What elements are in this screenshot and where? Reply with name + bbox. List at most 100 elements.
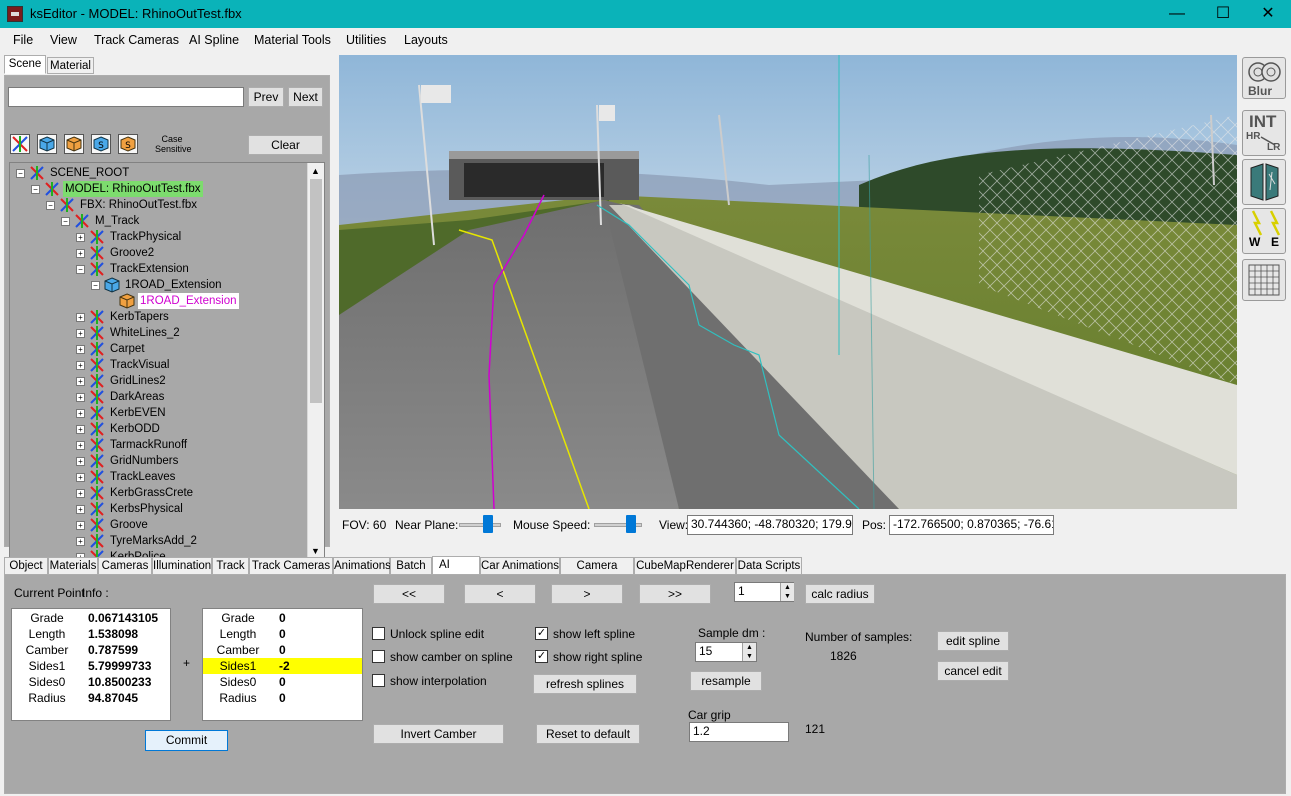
int-button[interactable]: INT HR LR (1242, 110, 1286, 156)
grid-button[interactable] (1242, 259, 1286, 301)
sample-dm-spinner[interactable]: ▲ ▼ (742, 643, 756, 661)
car-grip-input[interactable]: 1.2 (689, 722, 789, 742)
tab-materials[interactable]: Materials (48, 557, 98, 575)
grid-row[interactable]: Sides1 5.79999733 (12, 658, 170, 674)
tree-node[interactable]: − FBX: RhinoOutTest.fbx (10, 197, 306, 213)
menu-utilities[interactable]: Utilities (346, 33, 386, 47)
step-spinner[interactable]: ▲ ▼ (780, 583, 794, 601)
expand-icon[interactable]: + (76, 521, 85, 530)
edit-spline-button[interactable]: edit spline (937, 631, 1009, 651)
grid-value[interactable]: 0 (279, 642, 286, 658)
refresh-splines-button[interactable]: refresh splines (533, 674, 637, 694)
minimize-button[interactable]: — (1154, 0, 1200, 28)
tab-track-cameras[interactable]: Track Cameras (249, 557, 333, 575)
expand-icon[interactable]: + (76, 441, 85, 450)
resample-button[interactable]: resample (690, 671, 762, 691)
commit-button[interactable]: Commit (145, 730, 228, 751)
tab-cubemaprenderer[interactable]: CubeMapRenderer (634, 557, 736, 575)
expand-icon[interactable]: + (76, 425, 85, 434)
nav-first-button[interactable]: << (373, 584, 445, 604)
expand-icon[interactable]: + (76, 249, 85, 258)
menu-material-tools[interactable]: Material Tools (254, 33, 331, 47)
expand-icon[interactable]: + (76, 361, 85, 370)
expand-icon[interactable]: + (76, 345, 85, 354)
nav-last-button[interactable]: >> (639, 584, 711, 604)
grid-row[interactable]: Length 1.538098 (12, 626, 170, 642)
tab-ai[interactable]: AI (432, 556, 480, 576)
filter-material-icon[interactable] (64, 134, 84, 154)
grid-value[interactable]: 0 (279, 690, 286, 706)
filter-skinned-material-icon[interactable]: S (118, 134, 138, 154)
expand-icon[interactable]: + (76, 393, 85, 402)
scroll-down-icon[interactable]: ▼ (311, 546, 320, 556)
tree-node[interactable]: − MODEL: RhinoOutTest.fbx (10, 181, 306, 197)
tree-node[interactable]: + TyreMarksAdd_2 (10, 533, 306, 549)
expand-icon[interactable]: + (76, 233, 85, 242)
grid-value[interactable]: -2 (279, 658, 290, 674)
tab-data-scripts[interactable]: Data Scripts (736, 557, 802, 575)
grid-row[interactable]: Camber 0 (203, 642, 362, 658)
grid-row[interactable]: Grade 0 (203, 610, 362, 626)
tree-node[interactable]: − TrackExtension (10, 261, 306, 277)
unlock-spline-edit-checkbox[interactable] (372, 627, 385, 640)
tree-node[interactable]: − M_Track (10, 213, 306, 229)
blur-button[interactable]: Blur (1242, 57, 1286, 99)
expand-icon[interactable]: + (76, 409, 85, 418)
tree-node[interactable]: − SCENE_ROOT (10, 165, 306, 181)
tree-node[interactable]: + GridNumbers (10, 453, 306, 469)
close-button[interactable]: ✕ (1245, 0, 1291, 28)
tab-illumination[interactable]: Illumination (152, 557, 212, 575)
tree-node[interactable]: − 1ROAD_Extension (10, 277, 306, 293)
tab-animations[interactable]: Animations (333, 557, 391, 575)
near-plane-thumb[interactable] (483, 515, 493, 533)
tree-node[interactable]: + Carpet (10, 341, 306, 357)
grid-row[interactable]: Sides0 0 (203, 674, 362, 690)
collapse-icon[interactable]: − (76, 265, 85, 274)
3d-viewport[interactable] (339, 55, 1237, 509)
expand-icon[interactable]: + (76, 457, 85, 466)
expand-icon[interactable]: + (76, 377, 85, 386)
show-interpolation-checkbox[interactable] (372, 674, 385, 687)
grid-value[interactable]: 1.538098 (88, 626, 138, 642)
grid-value[interactable]: 5.79999733 (88, 658, 151, 674)
tab-scene[interactable]: Scene (4, 55, 46, 74)
filter-skinned-icon[interactable]: S (91, 134, 111, 154)
tree-node[interactable]: + TrackLeaves (10, 469, 306, 485)
grid-row[interactable]: Radius 0 (203, 690, 362, 706)
tree-node[interactable]: + KerbGrassCrete (10, 485, 306, 501)
grid-row[interactable]: Sides1 -2 (203, 658, 362, 674)
pos-field[interactable]: -172.766500; 0.870365; -76.6144 (889, 515, 1054, 535)
tab-camera-spline[interactable]: Camera Spline (560, 557, 634, 589)
grid-row[interactable]: Length 0 (203, 626, 362, 642)
collapse-icon[interactable]: − (46, 201, 55, 210)
grid-row[interactable]: Grade 0.067143105 (12, 610, 170, 626)
expand-icon[interactable]: + (76, 473, 85, 482)
maximize-button[interactable]: ☐ (1200, 0, 1246, 28)
show-right-spline-checkbox[interactable]: ✓ (535, 650, 548, 663)
tree-node[interactable]: + KerbTapers (10, 309, 306, 325)
grid-row[interactable]: Camber 0.787599 (12, 642, 170, 658)
tree-node[interactable]: + TrackPhysical (10, 229, 306, 245)
tree-node[interactable]: + Groove (10, 517, 306, 533)
tree-node[interactable]: + KerbEVEN (10, 405, 306, 421)
next-button[interactable]: Next (288, 87, 323, 107)
nav-next-button[interactable]: > (551, 584, 623, 604)
offset-grid[interactable]: Grade 0 Length 0 Camber 0 Sides1 -2 Sides0 0 Radiu… (202, 608, 363, 721)
expand-icon[interactable]: + (76, 329, 85, 338)
scene-tree[interactable]: − SCENE_ROOT − MODEL: RhinoOutTest.fbx − FBX:… (9, 162, 325, 560)
view-field[interactable]: 30.744360; -48.780320; 179.9835 (687, 515, 853, 535)
filter-mesh-icon[interactable] (37, 134, 57, 154)
collapse-icon[interactable]: − (91, 281, 100, 290)
grid-value[interactable]: 10.8500233 (88, 674, 151, 690)
show-left-spline-checkbox[interactable]: ✓ (535, 627, 548, 640)
grid-value[interactable]: 0.787599 (88, 642, 138, 658)
clear-button[interactable]: Clear (248, 135, 323, 155)
tab-batch[interactable]: Batch (390, 557, 432, 575)
tree-node[interactable]: + DarkAreas (10, 389, 306, 405)
cancel-edit-button[interactable]: cancel edit (937, 661, 1009, 681)
menu-view[interactable]: View (50, 33, 77, 47)
grid-row[interactable]: Radius 94.87045 (12, 690, 170, 706)
grid-value[interactable]: 0 (279, 626, 286, 642)
tree-scroll-thumb[interactable] (310, 179, 322, 403)
grid-value[interactable]: 0.067143105 (88, 610, 158, 626)
